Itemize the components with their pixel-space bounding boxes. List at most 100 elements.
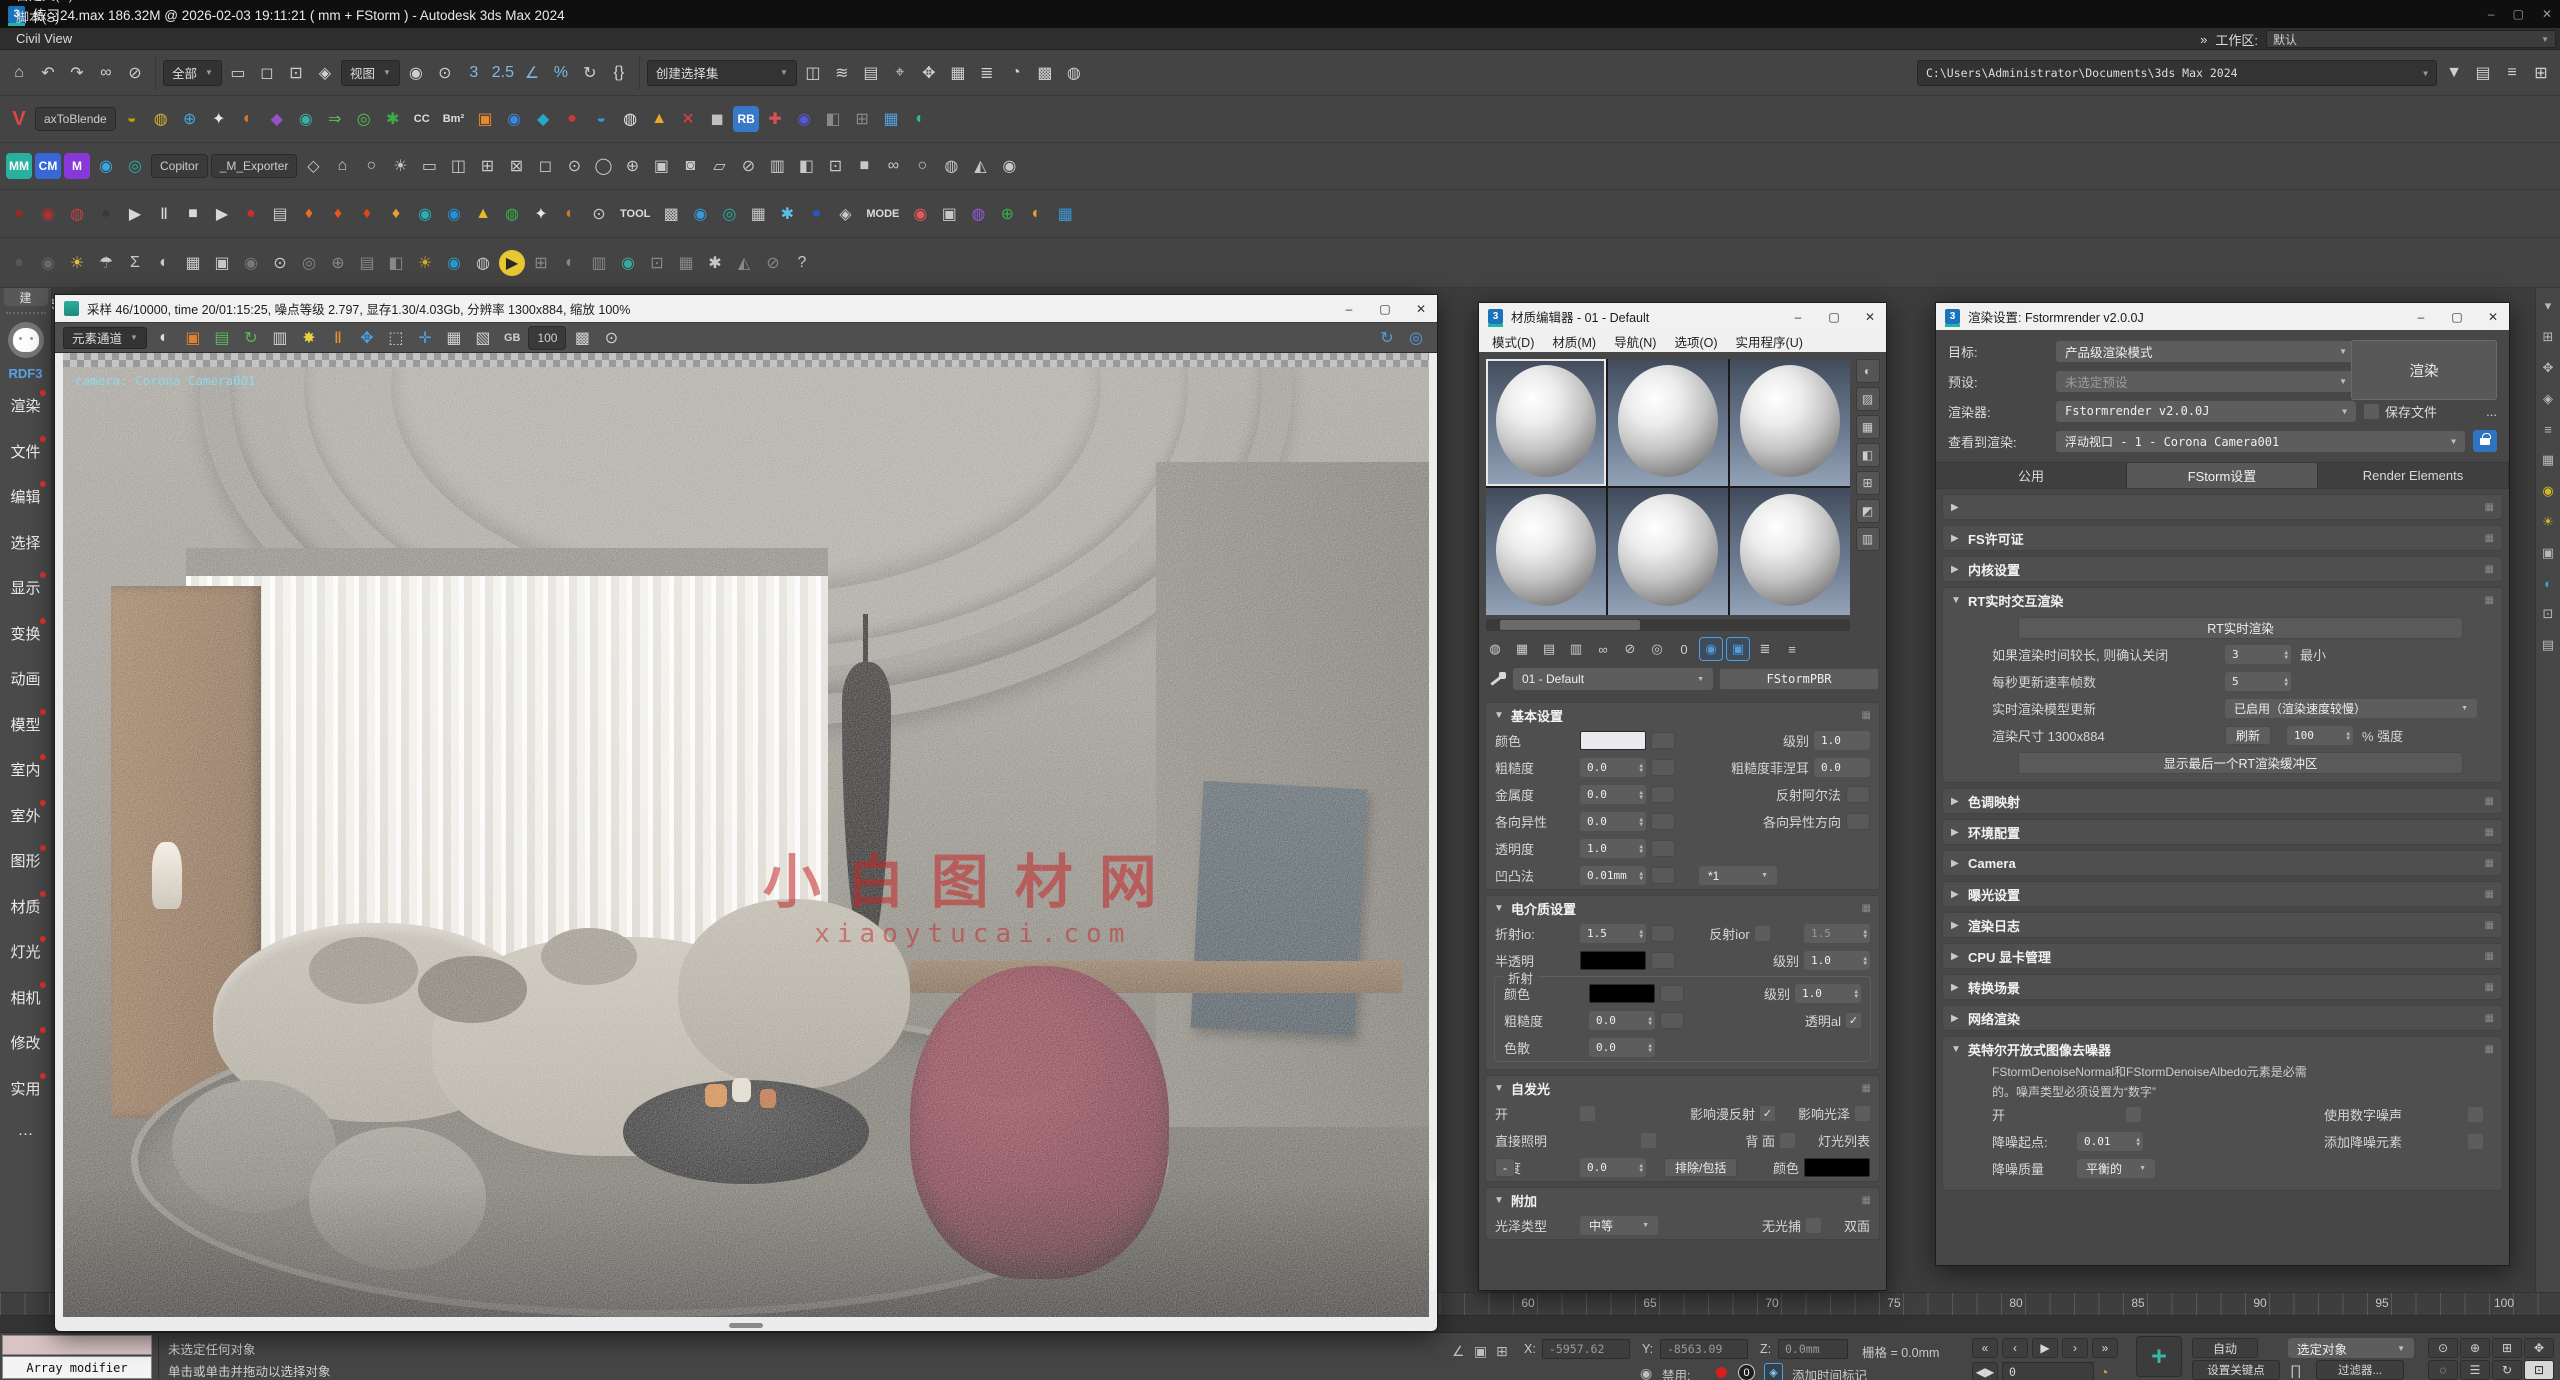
toolbar-icon[interactable]: ◉ — [403, 60, 429, 86]
rollout-header[interactable]: ▶Camera▦ — [1943, 851, 2502, 875]
toolbar-icon[interactable]: ● — [803, 201, 829, 227]
current-frame-field[interactable]: 0 — [2002, 1362, 2094, 1380]
material-editor-menu-item[interactable]: 实用程序(U) — [1727, 332, 1812, 351]
toolbar-icon[interactable]: ▱ — [706, 153, 732, 179]
toolbar-icon[interactable]: ⌂ — [6, 60, 32, 86]
button[interactable]: 刷新 — [2225, 726, 2271, 745]
toolbar-icon[interactable]: ◯ — [590, 153, 616, 179]
map-slot-button[interactable] — [1651, 867, 1675, 884]
checkbox[interactable] — [2468, 1134, 2483, 1149]
spinner-arrows-icon[interactable]: ▲▼ — [1639, 871, 1643, 881]
toolbar-icon[interactable]: ⊙ — [267, 250, 293, 276]
button[interactable]: 显示最后一个RT渲染缓冲区 — [2018, 752, 2463, 774]
spinner-field[interactable]: 3▲▼ — [2225, 645, 2291, 664]
material-toolbar-icon[interactable]: ▣ — [1726, 637, 1750, 661]
toolbar-icon[interactable]: ◎ — [716, 201, 742, 227]
sidebar-item-编辑[interactable]: 编辑 — [0, 474, 52, 520]
toolbar-icon[interactable]: ◎ — [296, 250, 322, 276]
sidebar-item-实用[interactable]: 实用 — [0, 1066, 52, 1112]
time-configuration-icon[interactable]: ◔ — [2100, 1364, 2108, 1380]
sidebar-item-图形[interactable]: 图形 — [0, 838, 52, 884]
toolbar-icon[interactable]: ■ — [180, 201, 206, 227]
menu-overflow-icon[interactable]: » — [2200, 32, 2207, 47]
spinner-arrows-icon[interactable]: ▲▼ — [1639, 929, 1643, 939]
toolbar-icon[interactable]: ◭ — [731, 250, 757, 276]
sidebar-item-文件[interactable]: 文件 — [0, 429, 52, 475]
toolbar-icon[interactable]: ▼ — [2441, 60, 2467, 86]
viewport-nav-icon[interactable]: ☰ — [2460, 1360, 2490, 1380]
toolbar-icon[interactable]: ⊠ — [503, 153, 529, 179]
material-toolbar-icon[interactable]: ≣ — [1753, 637, 1777, 661]
toolbar-icon[interactable]: 3 — [461, 60, 487, 86]
spinner-arrows-icon[interactable]: ▲▼ — [1854, 989, 1858, 999]
set-key-button[interactable]: + — [2136, 1336, 2182, 1377]
toolbar-icon[interactable]: ⊕ — [177, 106, 203, 132]
toolbar-icon[interactable]: ⊙ — [561, 153, 587, 179]
toolbar-icon[interactable]: ≡ — [2499, 60, 2525, 86]
playback-button[interactable]: « — [1972, 1338, 1998, 1358]
toolbar-icon[interactable]: ◍ — [938, 153, 964, 179]
spinner-arrows-icon[interactable]: ▲▼ — [2346, 731, 2350, 741]
toolbar-icon[interactable]: ◉ — [996, 153, 1022, 179]
toolbar-icon[interactable]: ▤ — [858, 60, 884, 86]
toolbar-icon[interactable]: V — [6, 106, 32, 132]
toolbar-icon[interactable]: ▦ — [180, 250, 206, 276]
checkbox[interactable]: ✓ — [1760, 1106, 1775, 1121]
toolbar-icon[interactable]: ⊕ — [994, 201, 1020, 227]
maximize-icon[interactable]: ▢ — [2450, 310, 2464, 324]
toolbar-icon[interactable]: ♦ — [325, 201, 351, 227]
panel-icon[interactable]: ▾ — [2545, 298, 2552, 314]
toolbar-icon[interactable]: {} — [606, 60, 632, 86]
color-swatch[interactable] — [1804, 1158, 1870, 1177]
value-field[interactable]: 0.0 — [1814, 758, 1870, 777]
toolbar-icon[interactable]: ◉ — [441, 250, 467, 276]
toolbar-icon[interactable]: ◉ — [615, 250, 641, 276]
view-dropdown[interactable]: 视图▼ — [341, 60, 400, 86]
spinner-field[interactable]: 1.0▲▼ — [1795, 984, 1861, 1003]
view-to-render-dropdown[interactable]: 浮动视口 - 1 - Corona Camera001▼ — [2056, 431, 2465, 452]
material-toolbar-icon[interactable]: ▥ — [1564, 637, 1588, 661]
set-keys-button[interactable]: 设置关键点 — [2192, 1360, 2280, 1380]
spinner-field[interactable]: 1.5▲▼ — [1804, 924, 1870, 943]
minimize-icon[interactable]: – — [1791, 310, 1805, 324]
material-sample-sphere[interactable] — [1730, 488, 1850, 615]
toolbar-icon[interactable]: Bm² — [438, 106, 469, 132]
menu-item[interactable]: 脚本(S) — [6, 6, 109, 28]
toolbar-icon[interactable]: ✦ — [206, 106, 232, 132]
toolbar-icon[interactable]: ▦ — [878, 106, 904, 132]
spinner-arrows-icon[interactable]: ▲▼ — [1863, 929, 1867, 939]
material-sample-sphere[interactable] — [1608, 359, 1728, 486]
toolbar-icon[interactable]: ◐ — [235, 106, 261, 132]
toolbar-icon[interactable]: ▶ — [499, 250, 525, 276]
map-slot-button[interactable] — [1846, 813, 1870, 830]
bear-logo-icon[interactable] — [8, 322, 44, 358]
color-swatch[interactable] — [1589, 984, 1655, 1003]
toolbar-icon[interactable]: 2.5 — [490, 60, 516, 86]
toolbar-icon[interactable]: ◐ — [557, 250, 583, 276]
toolbar-icon[interactable]: ▣ — [472, 106, 498, 132]
toolbar-icon[interactable]: ⊘ — [735, 153, 761, 179]
toolbar-icon[interactable]: ◧ — [383, 250, 409, 276]
toolbar-icon[interactable]: ◐ — [151, 250, 177, 276]
toolbar-icon[interactable]: ≣ — [974, 60, 1000, 86]
close-icon[interactable]: ✕ — [1863, 310, 1877, 324]
close-icon[interactable]: ✕ — [2486, 310, 2500, 324]
toolbar-icon[interactable]: ↷ — [64, 60, 90, 86]
toolbar-icon[interactable]: RB — [733, 106, 759, 132]
toolbar-icon[interactable]: ▥ — [586, 250, 612, 276]
spinner-field[interactable]: 0.01mm▲▼ — [1580, 866, 1646, 885]
toolbar-icon[interactable]: ▭ — [416, 153, 442, 179]
toolbar-icon[interactable]: ● — [559, 106, 585, 132]
toolbar-icon[interactable]: ⊙ — [432, 60, 458, 86]
toolbar-icon[interactable]: ⊘ — [122, 60, 148, 86]
toolbar-icon[interactable]: ⊘ — [760, 250, 786, 276]
toolbar-icon[interactable]: ◈ — [312, 60, 338, 86]
toolbar-icon[interactable]: ⊞ — [2528, 60, 2554, 86]
spinner-arrows-icon[interactable]: ▲▼ — [1639, 763, 1643, 773]
toolbar-icon[interactable]: ◉ — [293, 106, 319, 132]
toolbar-icon[interactable]: ▩ — [1032, 60, 1058, 86]
toolbar-icon[interactable]: ✱ — [380, 106, 406, 132]
maxscript-listener-line[interactable]: Array modifier — [2, 1356, 152, 1379]
material-toolbar-icon[interactable]: ◉ — [1699, 637, 1723, 661]
maxscript-mini-listener[interactable] — [2, 1335, 152, 1355]
